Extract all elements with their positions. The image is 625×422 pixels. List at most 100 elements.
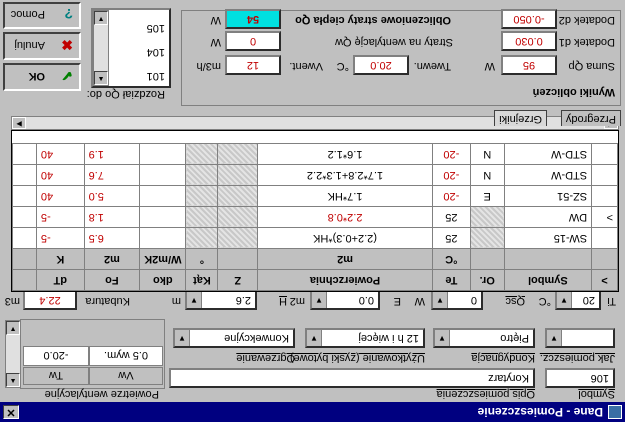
column-header[interactable]: Powierzchnia (257, 269, 433, 291)
column-header[interactable] (217, 248, 258, 270)
column-header[interactable]: dT (36, 269, 85, 291)
floor-combo[interactable]: Piętro ▼ (433, 328, 535, 348)
table-cell-te[interactable]: -20 (432, 164, 471, 186)
h-spinner[interactable]: 2.6 ▼ (185, 290, 257, 310)
table-cell-fo[interactable]: 5.0 (84, 185, 140, 207)
ok-button[interactable]: ✔ OK (3, 63, 81, 91)
column-header[interactable]: Or. (470, 269, 505, 291)
column-header[interactable]: dko (139, 269, 186, 291)
table-cell-dt[interactable]: 40 (36, 164, 85, 186)
table-cell-marker[interactable] (591, 143, 618, 165)
chevron-down-icon[interactable]: ▼ (312, 292, 327, 308)
table-row[interactable]: STD-W N -20 1.6*1.2 1.9 40 (12, 143, 618, 165)
heater-list-scrollbar[interactable]: ▲ ▼ (93, 10, 109, 86)
column-header[interactable]: °C (432, 248, 471, 270)
column-header[interactable]: Kąt (185, 269, 218, 291)
description-field[interactable]: Korytarz (169, 368, 535, 388)
ventilation-temp-cell[interactable]: -20.0 (23, 346, 89, 366)
chevron-down-icon[interactable]: ▼ (307, 330, 322, 346)
scroll-up-icon[interactable]: ▲ (94, 71, 108, 85)
scroll-up-icon[interactable]: ▲ (6, 373, 20, 387)
column-header[interactable]: Fo (84, 269, 140, 291)
table-cell-dko[interactable] (139, 206, 186, 228)
table-cell-dko[interactable] (139, 164, 186, 186)
usage-combo[interactable]: 12 h i więcej ▼ (305, 328, 425, 348)
qsc-spinner[interactable]: 0 ▼ (431, 290, 483, 310)
table-cell-dko[interactable] (139, 143, 186, 165)
table-cell-z[interactable] (217, 143, 258, 165)
cancel-button[interactable]: ✖ Anuluj (3, 32, 81, 60)
table-cell-fo[interactable]: 1.8 (84, 206, 140, 228)
heater-list-item[interactable]: 105 (147, 22, 165, 34)
column-header[interactable]: W/m2K (139, 248, 186, 270)
table-row[interactable]: > DW 25 2.2*0.8 1.8 -5 (12, 206, 618, 228)
table-cell-symbol[interactable]: DW (504, 206, 592, 228)
column-header[interactable]: > (591, 269, 618, 291)
table-cell-area[interactable]: 2.2*0.8 (257, 206, 433, 228)
table-cell-symbol[interactable]: STD-W (504, 164, 592, 186)
table-cell-dko[interactable] (139, 227, 186, 249)
ventilation-scrollbar[interactable]: ▲ ▼ (5, 320, 21, 388)
table-cell-kat[interactable] (185, 143, 218, 165)
table-row[interactable]: SW-15 25 (2.2+0.3)*HK 6.5 -5 (12, 227, 618, 249)
table-cell-area[interactable]: 1.6*1.2 (257, 143, 433, 165)
symbol-field[interactable]: 106 (545, 368, 615, 388)
table-cell-kat[interactable] (185, 206, 218, 228)
chevron-down-icon[interactable]: ▼ (435, 330, 450, 346)
column-header[interactable]: m2 (257, 248, 433, 270)
table-cell-z[interactable] (217, 185, 258, 207)
table-cell-dko[interactable] (139, 185, 186, 207)
column-header[interactable]: Te (432, 269, 471, 291)
room-type-combo[interactable]: ▼ (545, 328, 615, 348)
table-cell-marker[interactable] (591, 164, 618, 186)
scroll-down-icon[interactable]: ▼ (6, 321, 20, 335)
table-cell-te[interactable]: 25 (432, 206, 471, 228)
table-cell-z[interactable] (217, 164, 258, 186)
tab-grzejniki[interactable]: Grzejniki (494, 110, 547, 126)
table-cell-symbol[interactable]: SZ-51 (504, 185, 592, 207)
scroll-right-icon[interactable]: ▶ (12, 117, 26, 129)
table-cell-symbol[interactable]: SW-15 (504, 227, 592, 249)
table-cell-marker[interactable] (591, 227, 618, 249)
table-cell-symbol[interactable]: STD-W (504, 143, 592, 165)
table-cell-fo[interactable]: 6.5 (84, 227, 140, 249)
table-cell-kat[interactable] (185, 185, 218, 207)
ventilation-rate-cell[interactable]: 0.5 wym. (89, 346, 163, 366)
chevron-down-icon[interactable]: ▼ (175, 330, 190, 346)
column-header[interactable]: K (36, 248, 85, 270)
table-cell-area[interactable]: (2.2+0.3)*HK (257, 227, 433, 249)
table-cell-dt[interactable]: -5 (36, 206, 85, 228)
chevron-down-icon[interactable]: ▼ (547, 330, 562, 346)
table-cell-dt[interactable]: 40 (36, 143, 85, 165)
heater-list-item[interactable]: 104 (147, 46, 165, 58)
table-cell-area[interactable]: 1.7*HK (257, 185, 433, 207)
column-header[interactable]: Z (217, 269, 258, 291)
tab-przegrody[interactable]: Przegrody (560, 110, 621, 126)
table-cell-or[interactable]: N (470, 143, 505, 165)
chevron-down-icon[interactable]: ▼ (433, 292, 448, 308)
table-cell-marker[interactable] (591, 185, 618, 207)
table-cell-z[interactable] (217, 227, 258, 249)
column-header[interactable]: Symbol (504, 269, 592, 291)
column-header[interactable] (470, 248, 505, 270)
table-cell-te[interactable]: -20 (432, 143, 471, 165)
heater-list-item[interactable]: 101 (147, 70, 165, 82)
table-cell-area[interactable]: 1.7*2.8+1.3*2.2 (257, 164, 433, 186)
chevron-down-icon[interactable]: ▼ (187, 292, 202, 308)
table-row[interactable]: STD-W N -20 1.7*2.8+1.3*2.2 7.6 40 (12, 164, 618, 186)
column-header[interactable]: ° (185, 248, 218, 270)
column-header[interactable] (504, 248, 592, 270)
table-cell-te[interactable]: 25 (432, 227, 471, 249)
e-spinner[interactable]: 0.0 ▼ (310, 290, 380, 310)
table-cell-or[interactable] (470, 206, 505, 228)
ti-spinner[interactable]: 20 ▼ (555, 290, 601, 310)
table-cell-dt[interactable]: 40 (36, 185, 85, 207)
chevron-down-icon[interactable]: ▼ (557, 292, 572, 308)
table-cell-kat[interactable] (185, 227, 218, 249)
table-cell-fo[interactable]: 1.9 (84, 143, 140, 165)
table-cell-marker[interactable]: > (591, 206, 618, 228)
table-cell-or[interactable]: E (470, 185, 505, 207)
table-cell-or[interactable] (470, 227, 505, 249)
column-header[interactable] (591, 248, 618, 270)
table-cell-z[interactable] (217, 206, 258, 228)
